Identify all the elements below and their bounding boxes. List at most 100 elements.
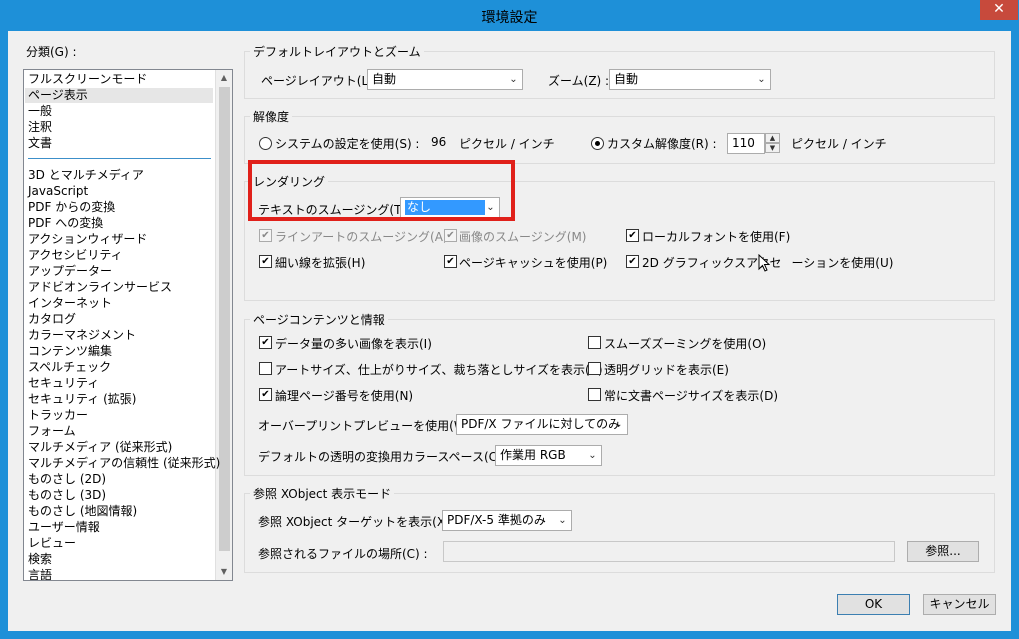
blend-space-label: デフォルトの透明の変換用カラースペース(C) : <box>258 450 510 464</box>
xobject-target-select[interactable]: PDF/X-5 準拠のみ ⌄ <box>442 510 572 531</box>
chevron-down-icon: ⌄ <box>614 419 623 430</box>
custom-resolution-radio[interactable] <box>591 137 604 150</box>
art-sizes-checkbox[interactable] <box>259 362 272 375</box>
transparency-grid-checkbox[interactable] <box>588 362 601 375</box>
system-resolution-label[interactable]: システムの設定を使用(S) : <box>275 135 419 152</box>
highlight-annotation <box>248 160 515 221</box>
page-layout-label: ページレイアウト(L) : <box>261 74 381 88</box>
category-scrollbar[interactable]: ▲ ▼ <box>215 70 232 580</box>
category-item[interactable]: スペルチェック <box>28 360 111 375</box>
category-item[interactable]: インターネット <box>28 296 112 311</box>
list-separator <box>28 158 211 159</box>
zoom-select[interactable]: 自動 ⌄ <box>609 69 771 90</box>
category-item[interactable]: フォーム <box>28 424 76 439</box>
page-cache-label[interactable]: ページキャッシュを使用(P) <box>459 254 607 271</box>
xobject-target-label: 参照 XObject ターゲットを表示(X) : <box>258 515 458 529</box>
custom-resolution-label[interactable]: カスタム解像度(R) : <box>607 135 717 152</box>
category-item[interactable]: カタログ <box>28 312 76 327</box>
category-item[interactable]: ものさし (3D) <box>28 488 106 503</box>
category-item[interactable]: アクションウィザード <box>28 232 147 247</box>
system-resolution-value: 96 <box>431 135 447 149</box>
smooth-zoom-label[interactable]: スムーズズーミングを使用(O) <box>604 335 766 352</box>
line-art-checkbox[interactable]: ✔ <box>259 229 272 242</box>
file-location-input[interactable] <box>443 541 895 562</box>
logical-pages-label[interactable]: 論理ページ番号を使用(N) <box>275 387 413 404</box>
system-resolution-radio[interactable] <box>259 137 272 150</box>
category-item[interactable]: 注釈 <box>28 120 52 135</box>
thin-lines-checkbox[interactable]: ✔ <box>259 255 272 268</box>
page-content-group-label: ページコンテンツと情報 <box>250 311 388 328</box>
logical-pages-checkbox[interactable]: ✔ <box>259 388 272 401</box>
system-resolution-unit: ピクセル / インチ <box>459 137 555 151</box>
category-item[interactable]: セキュリティ (拡張) <box>28 392 136 407</box>
category-item[interactable]: 検索 <box>28 552 52 567</box>
category-item[interactable]: ユーザー情報 <box>28 520 100 535</box>
scroll-up-icon[interactable]: ▲ <box>216 70 232 86</box>
category-item[interactable]: 3D とマルチメディア <box>28 168 144 183</box>
custom-resolution-input[interactable]: 110 <box>727 133 765 154</box>
local-fonts-checkbox[interactable]: ✔ <box>626 229 639 242</box>
category-item[interactable]: PDF への変換 <box>28 216 103 231</box>
page-cache-checkbox[interactable]: ✔ <box>444 255 457 268</box>
category-item[interactable]: コンテンツ編集 <box>28 344 112 359</box>
category-item[interactable]: トラッカー <box>28 408 88 423</box>
custom-resolution-stepper[interactable]: ▲ ▼ <box>765 133 780 154</box>
title-bar[interactable]: 環境設定 ✕ <box>0 0 1019 32</box>
category-label: 分類(G) : <box>26 45 77 59</box>
category-item[interactable]: セキュリティ <box>28 376 99 391</box>
page-layout-select[interactable]: 自動 ⌄ <box>367 69 523 90</box>
category-item[interactable]: マルチメディア (従来形式) <box>28 440 172 455</box>
category-item[interactable]: ページ表示 <box>25 88 213 103</box>
doc-page-size-checkbox[interactable] <box>588 388 601 401</box>
blend-space-select[interactable]: 作業用 RGB ⌄ <box>495 445 602 466</box>
overprint-value: PDF/X ファイルに対してのみ <box>461 417 621 431</box>
xobject-target-value: PDF/X-5 準拠のみ <box>447 513 546 527</box>
category-item[interactable]: カラーマネジメント <box>28 328 136 343</box>
category-item[interactable]: 一般 <box>28 104 52 119</box>
mouse-cursor-icon <box>758 254 770 272</box>
close-icon: ✕ <box>993 1 1005 17</box>
scroll-down-icon[interactable]: ▼ <box>216 564 232 580</box>
layout-group-label: デフォルトレイアウトとズーム <box>250 43 424 60</box>
category-item[interactable]: PDF からの変換 <box>28 200 115 215</box>
transparency-grid-label[interactable]: 透明グリッドを表示(E) <box>604 361 729 378</box>
scrollbar-thumb[interactable] <box>219 87 230 551</box>
stepper-down-icon[interactable]: ▼ <box>765 143 780 153</box>
stepper-up-icon[interactable]: ▲ <box>765 133 780 143</box>
chevron-down-icon: ⌄ <box>588 450 597 461</box>
overprint-select[interactable]: PDF/X ファイルに対してのみ ⌄ <box>456 414 628 435</box>
large-images-label[interactable]: データ量の多い画像を表示(I) <box>275 335 432 352</box>
browse-button[interactable]: 参照... <box>907 541 979 562</box>
category-item[interactable]: 言語 <box>28 568 52 580</box>
chevron-down-icon: ⌄ <box>757 74 766 85</box>
art-sizes-label[interactable]: アートサイズ、仕上がりサイズ、裁ち落としサイズを表示(B) <box>275 361 603 378</box>
gpu-acceleration-checkbox[interactable]: ✔ <box>626 255 639 268</box>
category-item[interactable]: フルスクリーンモード <box>28 72 147 87</box>
category-item[interactable]: アクセシビリティ <box>28 248 123 263</box>
preferences-window: 環境設定 ✕ 分類(G) : ▲ ▼ フルスクリーンモード ページ表示 一般 注釈 文書… <box>0 0 1019 639</box>
page-layout-value: 自動 <box>372 72 397 86</box>
large-images-checkbox[interactable]: ✔ <box>259 336 272 349</box>
cancel-button[interactable]: キャンセル <box>923 594 996 615</box>
chevron-down-icon: ⌄ <box>509 74 518 85</box>
image-smoothing-checkbox[interactable]: ✔ <box>444 229 457 242</box>
category-item[interactable]: マルチメディアの信頼性 (従来形式) <box>28 456 220 471</box>
category-item[interactable]: JavaScript <box>28 184 88 199</box>
doc-page-size-label[interactable]: 常に文書ページサイズを表示(D) <box>604 387 778 404</box>
ok-button[interactable]: OK <box>837 594 910 615</box>
category-item[interactable]: アドビオンラインサービス <box>28 280 172 295</box>
category-item[interactable]: 文書 <box>28 136 52 151</box>
local-fonts-label[interactable]: ローカルフォントを使用(F) <box>642 228 790 245</box>
smooth-zoom-checkbox[interactable] <box>588 336 601 349</box>
category-item[interactable]: アップデーター <box>28 264 112 279</box>
blend-space-value: 作業用 RGB <box>500 448 566 462</box>
thin-lines-label[interactable]: 細い線を拡張(H) <box>275 254 365 271</box>
line-art-label[interactable]: ラインアートのスムージング(A) <box>275 228 448 245</box>
image-smoothing-label[interactable]: 画像のスムージング(M) <box>459 228 586 245</box>
category-item[interactable]: レビュー <box>28 536 76 551</box>
category-item[interactable]: ものさし (2D) <box>28 472 106 487</box>
overprint-label: オーバープリントプレビューを使用(W) : <box>258 419 479 433</box>
category-item[interactable]: ものさし (地図情報) <box>28 504 137 519</box>
category-list[interactable]: ▲ ▼ フルスクリーンモード ページ表示 一般 注釈 文書 3D とマルチメディア Java… <box>23 69 233 581</box>
close-button[interactable]: ✕ <box>980 0 1018 20</box>
